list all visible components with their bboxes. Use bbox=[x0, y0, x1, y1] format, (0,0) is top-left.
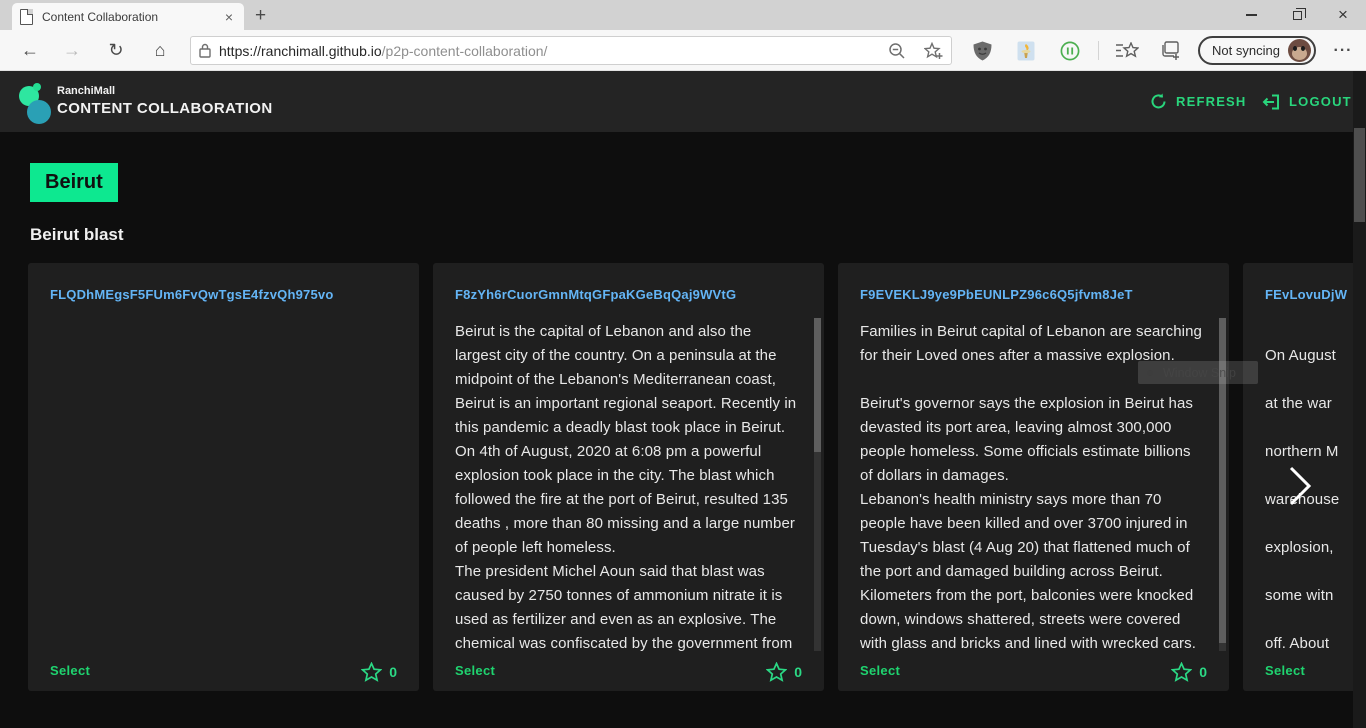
logout-button[interactable]: LOGOUT bbox=[1262, 71, 1352, 132]
url-host: https://ranchimall.github.io bbox=[219, 43, 382, 59]
content-id-link[interactable]: F8zYh6rCuorGmnMtqGFpaKGeBqQaj9WVtG bbox=[455, 287, 736, 302]
new-tab-button[interactable]: + bbox=[255, 3, 266, 29]
content-card-1: FLQDhMEgsF5FUm6FvQwTgsE4fzvQh975vo Selec… bbox=[28, 263, 419, 691]
adblock-extension-icon[interactable] bbox=[969, 30, 995, 71]
tab-close-icon[interactable]: × bbox=[222, 9, 236, 25]
star-count: 0 bbox=[794, 664, 802, 680]
content-card-3: F9EVEKLJ9ye9PbEUNLPZ96c6Q5jfvm8JeT Famil… bbox=[838, 263, 1229, 691]
app-header: RanchiMall CONTENT COLLABORATION REFRESH… bbox=[0, 71, 1366, 132]
window-snip-tooltip: Window Snip bbox=[1138, 361, 1258, 384]
content-card-2: F8zYh6rCuorGmnMtqGFpaKGeBqQaj9WVtG Beiru… bbox=[433, 263, 824, 691]
url-path: /p2p-content-collaboration/ bbox=[382, 43, 548, 59]
star-count: 0 bbox=[1199, 664, 1207, 680]
refresh-button[interactable]: REFRESH bbox=[1150, 71, 1247, 132]
window-close-button[interactable]: × bbox=[1320, 0, 1366, 30]
browser-titlebar: Content Collaboration × + × bbox=[0, 0, 1366, 30]
body-line: some witn bbox=[1265, 584, 1366, 608]
body-line: off. About bbox=[1265, 632, 1366, 655]
screenshot-root: Content Collaboration × + × ← → ↻ ⌂ http… bbox=[0, 0, 1366, 728]
select-button[interactable]: Select bbox=[455, 663, 495, 678]
content-body[interactable] bbox=[50, 320, 393, 655]
ranchimall-logo bbox=[17, 82, 51, 124]
snip-dot-icon bbox=[1147, 370, 1153, 376]
logout-icon bbox=[1262, 94, 1280, 110]
home-button[interactable]: ⌂ bbox=[146, 30, 174, 71]
pause-extension-icon[interactable] bbox=[1057, 30, 1083, 71]
collections-icon[interactable] bbox=[1156, 30, 1186, 71]
page-scrollbar-thumb[interactable] bbox=[1354, 128, 1365, 222]
body-line: On August bbox=[1265, 344, 1366, 368]
page-scrollbar[interactable] bbox=[1353, 71, 1366, 728]
page-subtitle: Beirut blast bbox=[30, 225, 124, 245]
url-text: https://ranchimall.github.io/p2p-content… bbox=[219, 43, 888, 59]
minimize-icon bbox=[1246, 14, 1257, 16]
star-icon[interactable] bbox=[361, 662, 382, 682]
star-icon[interactable] bbox=[766, 662, 787, 682]
torch-extension-icon[interactable] bbox=[1013, 30, 1039, 71]
select-button[interactable]: Select bbox=[860, 663, 900, 678]
star-count: 0 bbox=[389, 664, 397, 680]
carousel-next-button[interactable] bbox=[1284, 464, 1314, 508]
brand-name: RanchiMall bbox=[57, 85, 273, 97]
topic-chip: Beirut bbox=[30, 163, 118, 202]
browser-menu-button[interactable]: ··· bbox=[1326, 30, 1360, 71]
content-id-link[interactable]: FLQDhMEgsF5FUm6FvQwTgsE4fzvQh975vo bbox=[50, 287, 333, 302]
page-favicon-icon bbox=[20, 9, 33, 25]
toolbar-separator bbox=[1098, 41, 1099, 60]
sync-status-label: Not syncing bbox=[1212, 43, 1280, 58]
card-scrollbar[interactable] bbox=[814, 318, 821, 651]
card-scrollbar-thumb[interactable] bbox=[814, 318, 821, 452]
body-line: warehouse bbox=[1265, 488, 1366, 512]
back-button[interactable]: ← bbox=[16, 30, 44, 71]
browser-tab[interactable]: Content Collaboration × bbox=[12, 3, 244, 30]
address-bar[interactable]: https://ranchimall.github.io/p2p-content… bbox=[190, 36, 952, 65]
star-group[interactable]: 0 bbox=[361, 662, 397, 682]
forward-button[interactable]: → bbox=[58, 30, 86, 71]
select-button[interactable]: Select bbox=[50, 663, 90, 678]
content-body[interactable]: Beirut is the capital of Lebanon and als… bbox=[455, 320, 798, 655]
body-line: northern M bbox=[1265, 440, 1366, 464]
star-icon[interactable] bbox=[1171, 662, 1192, 682]
refresh-label: REFRESH bbox=[1176, 94, 1247, 109]
body-line: explosion, bbox=[1265, 536, 1366, 560]
window-minimize-button[interactable] bbox=[1228, 0, 1274, 30]
card-carousel: FLQDhMEgsF5FUm6FvQwTgsE4fzvQh975vo Selec… bbox=[28, 263, 1366, 691]
profile-button[interactable]: Not syncing bbox=[1198, 36, 1316, 65]
favorites-bar-icon[interactable] bbox=[1112, 30, 1142, 71]
tab-title: Content Collaboration bbox=[42, 10, 222, 24]
body-line: at the war bbox=[1265, 392, 1366, 416]
refresh-icon bbox=[1150, 93, 1167, 110]
lock-icon bbox=[199, 43, 211, 58]
profile-avatar bbox=[1288, 39, 1311, 62]
logout-label: LOGOUT bbox=[1289, 94, 1352, 109]
zoom-out-icon[interactable] bbox=[888, 42, 906, 60]
app-title: CONTENT COLLABORATION bbox=[57, 100, 273, 117]
add-favorite-icon[interactable] bbox=[924, 42, 943, 60]
window-controls: × bbox=[1228, 0, 1366, 30]
content-id-link[interactable]: FEvLovuDjW bbox=[1265, 287, 1347, 302]
window-restore-button[interactable] bbox=[1274, 0, 1320, 30]
reload-button[interactable]: ↻ bbox=[102, 30, 130, 71]
select-button[interactable]: Select bbox=[1265, 663, 1305, 678]
content-body[interactable]: On August at the war northern M warehous… bbox=[1265, 320, 1366, 655]
content-id-link[interactable]: F9EVEKLJ9ye9PbEUNLPZ96c6Q5jfvm8JeT bbox=[860, 287, 1133, 302]
snip-tooltip-label: Window Snip bbox=[1163, 366, 1236, 380]
star-group[interactable]: 0 bbox=[1171, 662, 1207, 682]
brand-block: RanchiMall CONTENT COLLABORATION bbox=[57, 85, 273, 117]
browser-toolbar: ← → ↻ ⌂ https://ranchimall.github.io/p2p… bbox=[0, 30, 1366, 71]
star-group[interactable]: 0 bbox=[766, 662, 802, 682]
restore-icon bbox=[1293, 11, 1302, 20]
